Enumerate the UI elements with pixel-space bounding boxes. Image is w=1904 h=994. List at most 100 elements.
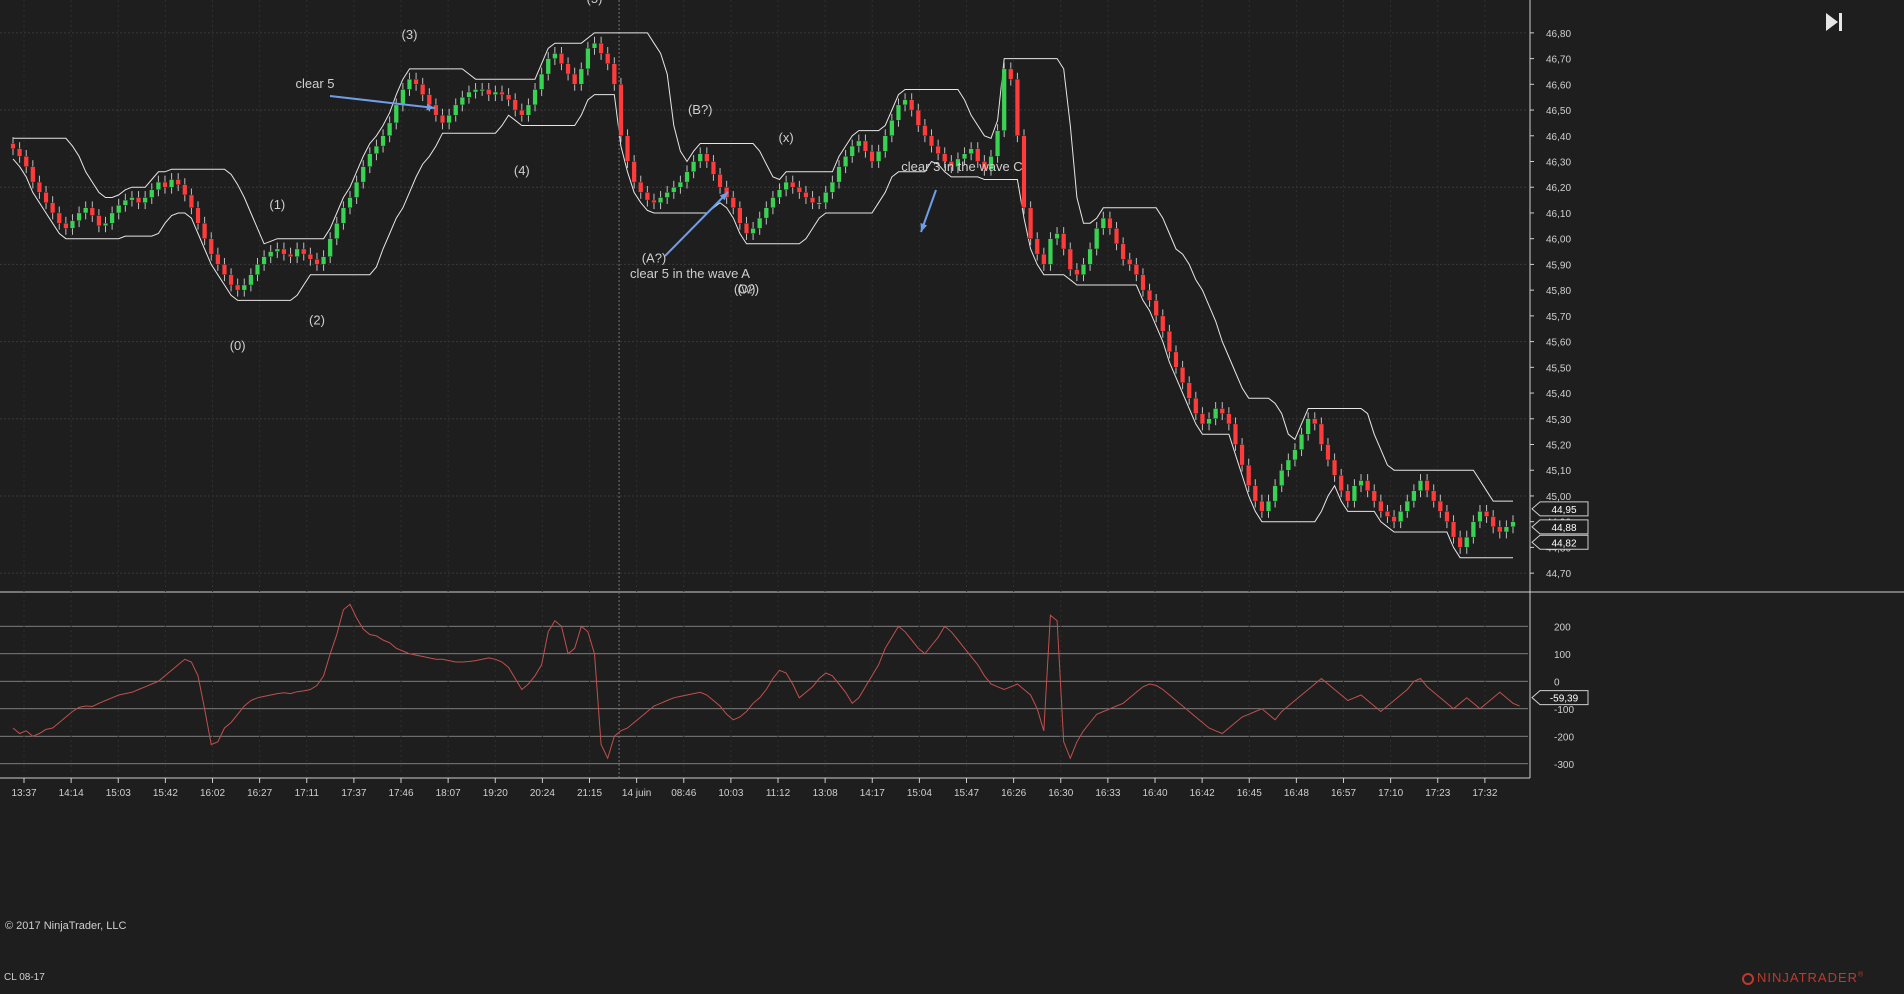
time-tick-label: 18:07 xyxy=(436,788,461,799)
candle-body xyxy=(208,238,214,255)
candle-body xyxy=(1133,264,1139,275)
candle-body xyxy=(737,207,743,224)
candle-body xyxy=(1034,238,1040,255)
time-tick-label: 14:14 xyxy=(59,788,84,799)
candle-body xyxy=(202,223,208,239)
candle-body xyxy=(89,207,95,216)
candle-body xyxy=(1186,382,1192,399)
chart-area[interactable]: 46,80 46,70 46,60 46,50 46,40 46,30 46,20 46,10… xyxy=(0,0,1904,989)
candle-body xyxy=(995,130,1001,157)
candle-body xyxy=(1299,434,1305,450)
candle-body xyxy=(1265,500,1272,512)
annotation-label: clear 3 in the wave C xyxy=(901,159,1022,174)
candle-body xyxy=(248,274,254,286)
price-badge: 44,88 xyxy=(1531,519,1589,535)
candle-body xyxy=(314,259,320,265)
time-tick-label: 08:46 xyxy=(671,788,696,799)
price-tick-label: 45,10 xyxy=(1546,466,1571,477)
candle-body xyxy=(1147,289,1153,301)
candle-body xyxy=(968,148,974,154)
price-tick-label: 46,70 xyxy=(1546,55,1571,66)
candle-body xyxy=(1199,413,1205,425)
candle-body xyxy=(1457,536,1463,548)
candle-body xyxy=(856,140,862,147)
time-tick-label: 16:26 xyxy=(1001,788,1026,799)
candle-body xyxy=(849,145,855,157)
candle-body xyxy=(578,68,584,85)
price-tick-label: 45,30 xyxy=(1546,415,1571,426)
price-tick-label: 45,80 xyxy=(1546,286,1571,297)
candle-body xyxy=(327,238,333,257)
candle-body xyxy=(307,253,313,260)
candle-body xyxy=(1470,521,1476,538)
candle-body xyxy=(605,53,611,64)
annotation-arrow xyxy=(329,95,436,109)
price-axis: 46,80 46,70 46,60 46,50 46,40 46,30 46,20 46,10… xyxy=(1530,29,1589,771)
candle-body xyxy=(532,89,538,106)
candle-body xyxy=(321,256,327,265)
time-tick-label: 15:47 xyxy=(954,788,979,799)
candle-body xyxy=(360,166,366,183)
candle-body xyxy=(162,181,168,188)
time-tick-label: 16:42 xyxy=(1190,788,1215,799)
annotation-label: (x) xyxy=(779,130,794,145)
candle-body xyxy=(261,256,267,265)
candle-body xyxy=(664,192,670,198)
candle-body xyxy=(433,104,439,116)
candle-body xyxy=(1484,511,1490,517)
candle-body xyxy=(922,125,928,136)
annotation-label: (B?) xyxy=(688,102,713,117)
candle-body xyxy=(829,181,835,193)
candle-body xyxy=(1140,274,1146,291)
candle-body xyxy=(552,53,558,59)
annotation-label: (4) xyxy=(514,163,530,178)
candle-body xyxy=(1292,449,1298,461)
candle-body xyxy=(221,264,227,275)
time-tick-label: 17:37 xyxy=(341,788,366,799)
candle-body xyxy=(697,153,703,162)
candle-body xyxy=(1285,459,1291,471)
ninjatrader-logo: NINJATRADER® xyxy=(1742,970,1864,985)
candle-body xyxy=(704,153,710,162)
candle-body xyxy=(519,109,525,116)
candle-body xyxy=(1272,485,1278,502)
time-axis: 13:37 14:14 15:03 15:42 16:02 16:27 17:11 17:37… xyxy=(11,778,1498,799)
candle-body xyxy=(301,248,307,255)
candle-body xyxy=(1061,233,1067,250)
candle-body xyxy=(717,174,723,188)
candle-body xyxy=(459,96,465,106)
price-tick-label: 45,00 xyxy=(1546,492,1571,503)
candle-body xyxy=(862,140,868,152)
candle-body xyxy=(354,181,360,198)
candle-body xyxy=(420,84,426,95)
candle-body xyxy=(1206,418,1212,425)
time-tick-label: 19:20 xyxy=(483,788,508,799)
candle-body xyxy=(175,179,181,185)
price-tick-label: 44,70 xyxy=(1546,569,1571,580)
candle-body xyxy=(1510,521,1516,528)
candle-body xyxy=(1431,490,1437,502)
candle-body xyxy=(1384,511,1390,517)
candle-body xyxy=(915,109,921,126)
candle-body xyxy=(876,151,882,162)
candle-body xyxy=(790,181,796,188)
oscillator-tick-label: -200 xyxy=(1554,732,1574,743)
candle-body xyxy=(406,78,413,90)
candle-body xyxy=(169,179,175,188)
scroll-to-end-icon[interactable] xyxy=(1822,10,1846,34)
candle-body xyxy=(188,194,194,209)
candle-body xyxy=(182,184,188,196)
candle-body xyxy=(50,202,56,214)
candle-body xyxy=(347,197,353,209)
candle-body xyxy=(149,189,155,198)
time-tick-label: 16:27 xyxy=(247,788,272,799)
price-tick-label: 45,50 xyxy=(1546,363,1571,374)
candle-body xyxy=(1047,238,1053,265)
candle-body xyxy=(215,253,221,265)
candle-body xyxy=(10,143,16,149)
time-tick-label: 17:10 xyxy=(1378,788,1403,799)
candle-body xyxy=(691,161,697,172)
candle-body xyxy=(1358,480,1364,486)
candle-body xyxy=(30,166,36,183)
candle-body xyxy=(1054,233,1060,239)
